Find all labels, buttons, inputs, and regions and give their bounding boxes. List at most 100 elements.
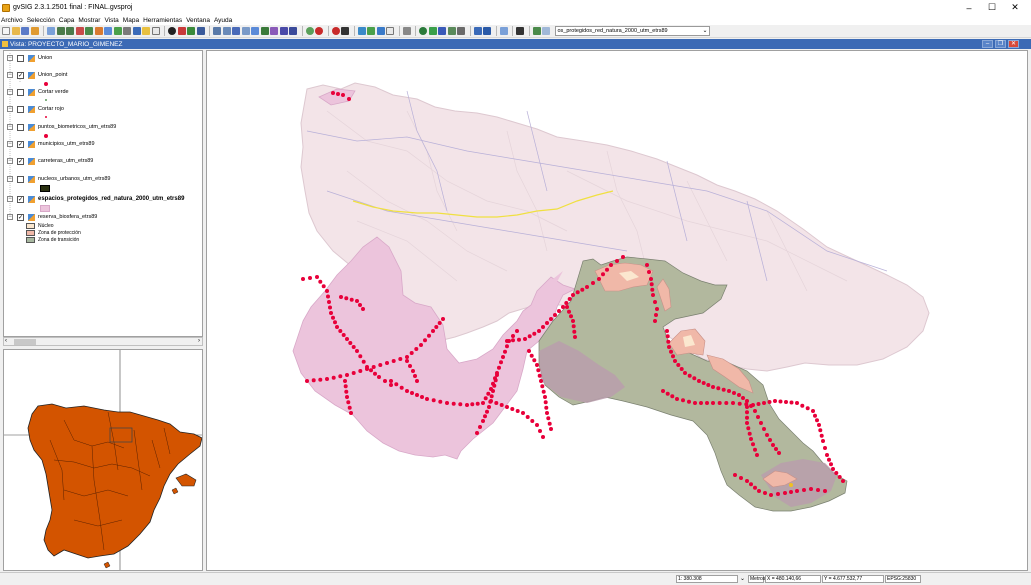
alert-icon[interactable] [331,27,340,35]
locator-icon[interactable] [187,27,195,35]
open-folder-icon[interactable] [30,27,39,35]
wms-icon[interactable] [438,27,446,35]
select-circle-icon[interactable] [241,27,250,35]
zoom-layer-icon[interactable] [94,27,103,35]
information-icon[interactable] [168,27,176,35]
select-buffer-icon[interactable] [251,27,259,35]
point-symbol [44,134,48,138]
scroll-right-icon[interactable]: › [198,338,200,344]
expand-icon[interactable]: − [7,89,13,95]
view-restore-button[interactable]: ❐ [995,40,1006,48]
zoom-next-icon[interactable] [113,27,122,35]
zoom-prev-icon[interactable] [104,27,112,35]
layout-icon[interactable] [473,27,482,35]
menu-seleccion[interactable]: Selección [27,17,55,24]
close-button[interactable]: ✕ [1001,0,1029,15]
expand-icon[interactable]: − [7,158,13,164]
scroll-thumb[interactable] [14,339,36,345]
union-point [494,401,499,405]
scale-field[interactable]: 1: 380.308 [676,575,738,583]
overview-map[interactable] [3,349,203,571]
layer-icon [28,54,35,62]
layer-checkbox[interactable] [17,175,24,183]
union-point [351,345,356,349]
stop-edit-icon[interactable] [315,27,323,35]
grid-icon[interactable] [499,27,508,35]
menu-mapa[interactable]: Mapa [123,17,139,24]
chevron-down-icon[interactable]: ⌄ [740,575,745,582]
zoom-select-icon[interactable] [85,27,93,35]
scripting-icon[interactable] [516,27,524,35]
crs-field[interactable]: EPSG:25830 [885,575,921,583]
toc-horizontal-scrollbar[interactable]: ‹ › [3,337,203,346]
view-close-button[interactable]: ✕ [1008,40,1019,48]
layer-checkbox[interactable]: ✓ [17,140,24,148]
expand-icon[interactable]: − [7,196,13,202]
expand-icon[interactable]: − [7,214,13,220]
pan-icon[interactable] [47,27,55,35]
hyperlink-icon[interactable] [177,27,186,35]
map-view[interactable] [206,50,1028,571]
union-point [331,315,335,320]
layer-checkbox[interactable] [17,88,24,96]
new-project-icon[interactable] [2,27,10,35]
union-point [445,401,449,405]
view-minimize-button[interactable]: – [982,40,993,48]
info-icon[interactable] [142,27,150,35]
db-icon[interactable] [457,27,465,35]
graphic-tools-icon[interactable] [305,27,314,35]
select-pointer-icon[interactable] [213,27,221,35]
expand-icon[interactable]: − [7,72,13,78]
select-all-icon[interactable] [270,27,278,35]
table-icon[interactable] [357,27,366,35]
expand-icon[interactable]: − [7,176,13,182]
open-project-icon[interactable] [11,27,20,35]
menu-vista[interactable]: Vista [104,17,118,24]
layer-checkbox[interactable]: ✓ [17,195,24,203]
units-field[interactable]: Metros [748,575,765,583]
menu-ventana[interactable]: Ventana [186,17,210,24]
union-point [505,339,509,343]
raster-icon[interactable] [428,27,437,35]
expand-icon[interactable]: − [7,106,13,112]
globe-icon[interactable] [419,27,427,35]
select-rect-icon[interactable] [222,27,231,35]
measure-icon[interactable] [132,27,141,35]
edit-layer-icon[interactable] [532,27,541,35]
add-layer-icon[interactable] [196,27,205,35]
geoprocess-icon[interactable] [341,27,349,35]
print-icon[interactable] [483,27,491,35]
select-layer-icon[interactable] [260,27,269,35]
layer-checkbox[interactable] [17,54,24,62]
zoom-in-icon[interactable] [56,27,65,35]
chart-icon[interactable] [367,27,375,35]
export-icon[interactable] [386,27,394,35]
layer-checkbox[interactable] [17,105,24,113]
zoom-full-icon[interactable] [75,27,84,35]
menu-ayuda[interactable]: Ayuda [214,17,232,24]
menu-herramientas[interactable]: Herramientas [143,17,182,24]
layer-checkbox[interactable]: ✓ [17,157,24,165]
wfs-icon[interactable] [447,27,456,35]
layer-checkbox[interactable] [17,123,24,131]
image-icon[interactable] [151,27,160,35]
save-project-icon[interactable] [21,27,29,35]
filter-icon[interactable] [289,27,297,35]
invert-selection-icon[interactable] [279,27,288,35]
menu-mostrar[interactable]: Mostrar [78,17,100,24]
select-polygon-icon[interactable] [232,27,240,35]
expand-icon[interactable]: − [7,124,13,130]
menu-archivo[interactable]: Archivo [1,17,23,24]
expand-icon[interactable]: − [7,141,13,147]
zoom-out-icon[interactable] [66,27,74,35]
layer-props-icon[interactable] [542,27,550,35]
scroll-left-icon[interactable]: ‹ [5,338,7,344]
join-icon[interactable] [376,27,385,35]
layer-checkbox[interactable]: ✓ [17,71,24,79]
expand-icon[interactable]: − [7,55,13,61]
menu-capa[interactable]: Capa [59,17,75,24]
network-icon[interactable] [402,27,411,35]
active-layer-select[interactable]: os_protegidos_red_natura_2000_utm_etrs89… [554,26,710,36]
layer-checkbox[interactable]: ✓ [17,213,24,221]
zoom-scale-icon[interactable] [123,27,131,35]
